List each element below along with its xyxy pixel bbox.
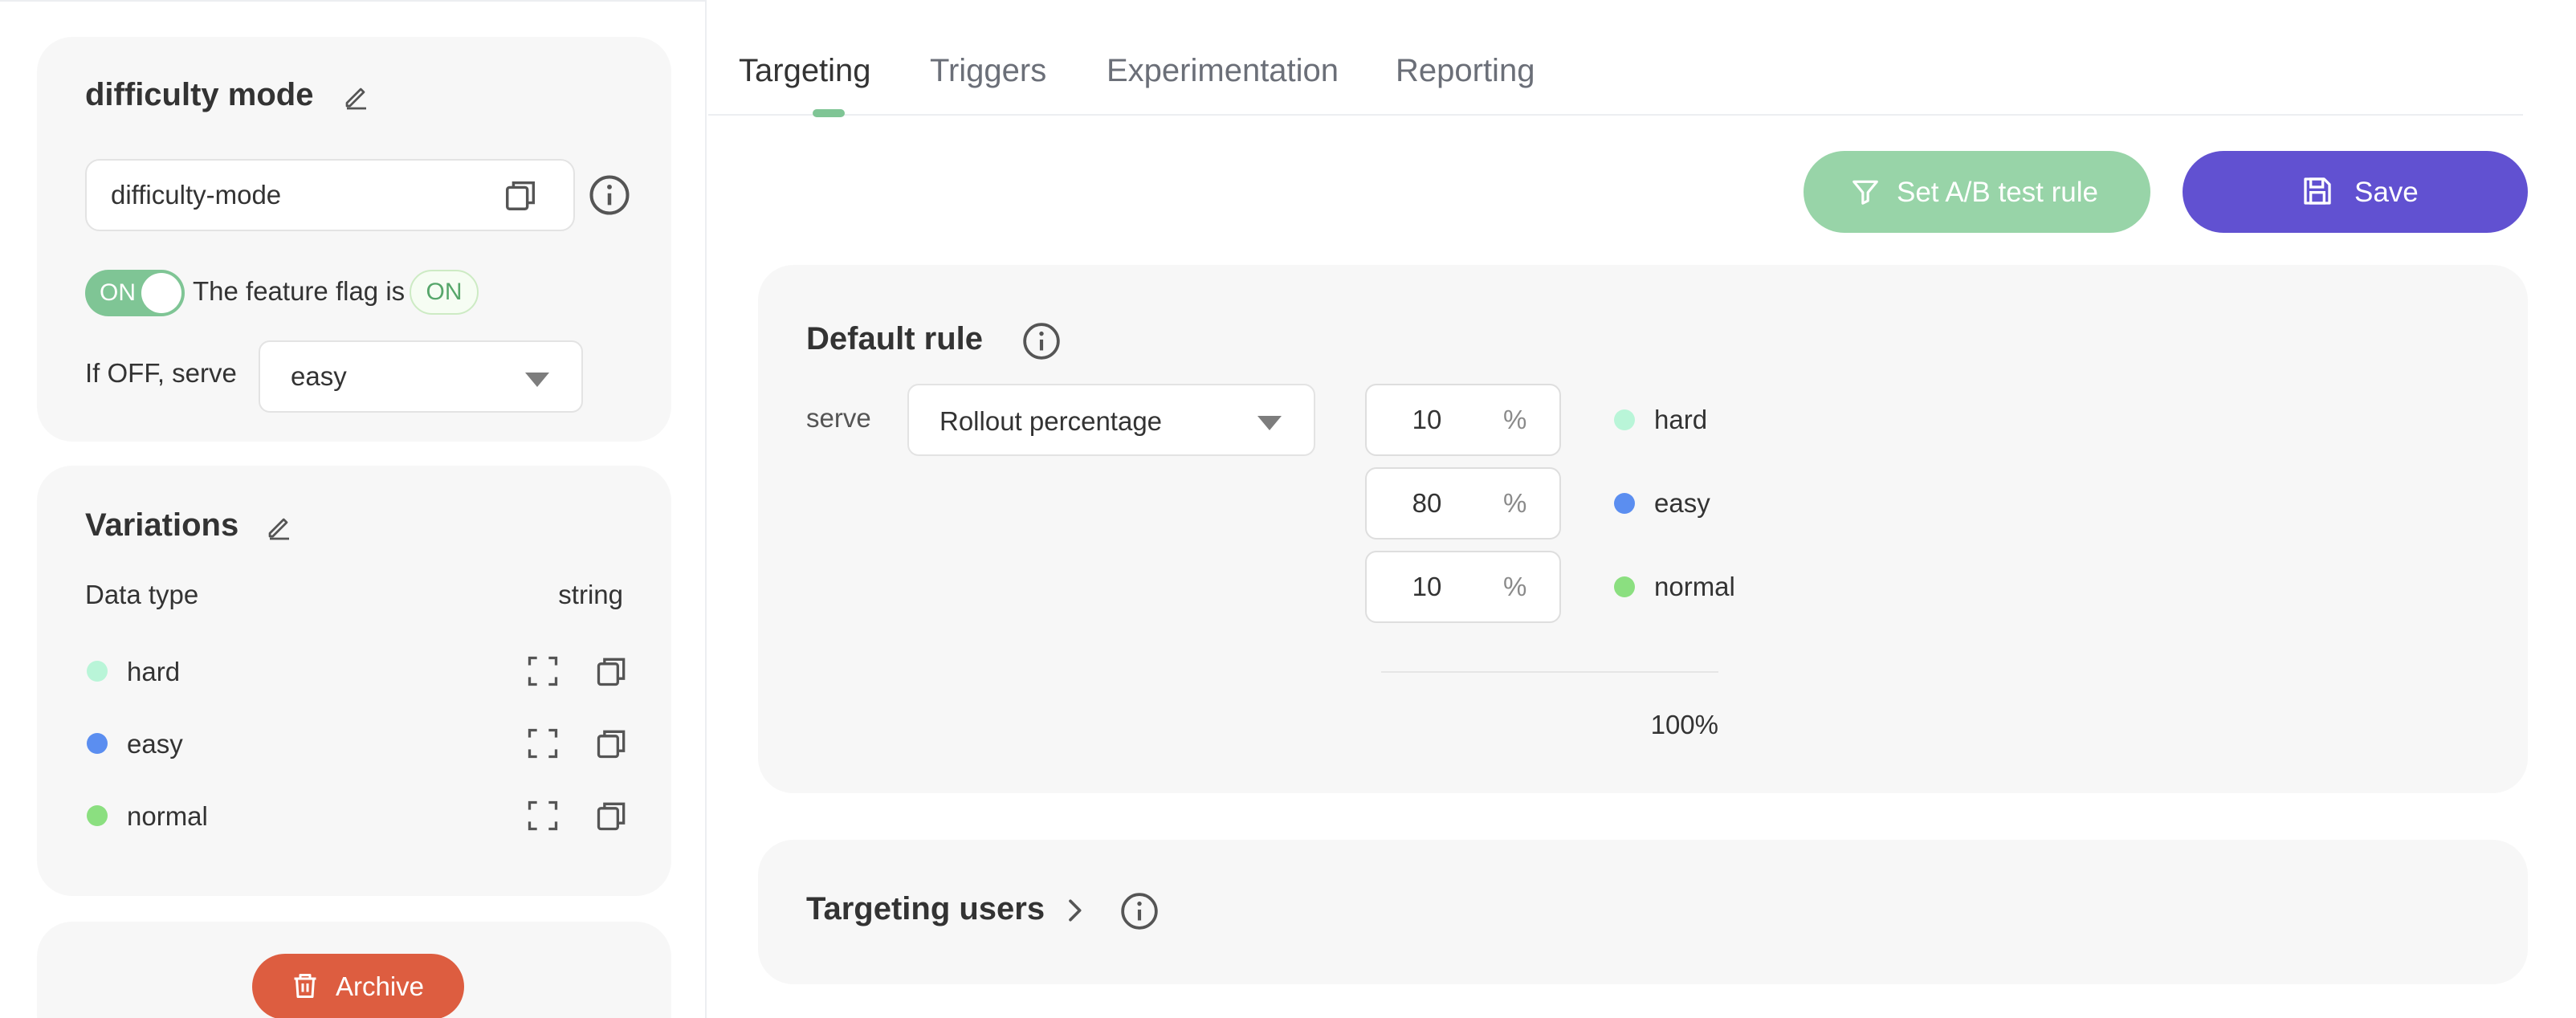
chevron-down-icon <box>1257 416 1282 430</box>
copy-icon[interactable] <box>594 798 630 833</box>
trash-icon <box>294 974 316 998</box>
default-rule-title: Default rule <box>806 321 984 356</box>
flag-key-field[interactable]: difficulty-mode <box>85 159 575 231</box>
percentage-input[interactable]: 10 % <box>1365 551 1561 623</box>
percentage-input[interactable]: 80 % <box>1365 467 1561 540</box>
floppy-disk-icon <box>2304 177 2331 205</box>
percent-unit: % <box>1503 572 1527 601</box>
serve-label: serve <box>806 403 871 433</box>
archive-card: Archive <box>37 922 671 1018</box>
active-tab-indicator <box>813 109 845 117</box>
copy-icon[interactable] <box>594 654 630 689</box>
tab-targeting[interactable]: Targeting <box>739 53 871 89</box>
flag-status-text: The feature flag is <box>193 276 406 306</box>
default-rule-card: Default rule serve Rollout percentage 10… <box>758 265 2528 793</box>
variation-color-dot <box>87 661 108 682</box>
serve-mode-select[interactable]: Rollout percentage <box>907 384 1315 456</box>
targeting-users-card[interactable]: Targeting users <box>758 840 2528 984</box>
toggle-label: ON <box>100 279 136 306</box>
off-serve-value: easy <box>291 361 347 391</box>
info-icon[interactable] <box>1021 321 1062 361</box>
variation-label: hard <box>1654 405 1708 434</box>
save-label: Save <box>2354 177 2419 208</box>
sidebar: difficulty mode difficulty-mode ON The f… <box>0 0 707 1018</box>
percent-unit: % <box>1503 488 1527 518</box>
variation-color-dot <box>87 805 108 826</box>
off-serve-label: If OFF, serve <box>85 358 237 388</box>
variation-color-dot <box>1614 493 1635 514</box>
flag-toggle[interactable]: ON <box>85 270 185 316</box>
serve-mode-value: Rollout percentage <box>940 406 1163 436</box>
expand-icon[interactable] <box>525 726 560 761</box>
tab-triggers[interactable]: Triggers <box>930 53 1046 89</box>
percentage-input[interactable]: 10 % <box>1365 384 1561 456</box>
copy-icon[interactable] <box>594 726 630 761</box>
expand-icon[interactable] <box>525 654 560 689</box>
archive-button[interactable]: Archive <box>252 954 464 1018</box>
flag-title: difficulty mode <box>85 77 314 112</box>
chevron-down-icon <box>525 373 549 387</box>
flag-settings-card: difficulty mode difficulty-mode ON The f… <box>37 37 671 442</box>
status-badge: ON <box>410 270 479 315</box>
variations-card: Variations Data type string hard easy no <box>37 466 671 896</box>
variation-label: easy <box>127 729 183 759</box>
main-panel: Targeting Triggers Experimentation Repor… <box>708 0 2576 1018</box>
expand-icon[interactable] <box>525 798 560 833</box>
total-divider <box>1381 671 1718 673</box>
percentage-value: 10 <box>1412 405 1442 434</box>
variations-title: Variations <box>85 507 239 543</box>
variation-label: hard <box>127 657 181 686</box>
ab-test-label: Set A/B test rule <box>1897 177 2098 208</box>
variation-label: normal <box>127 801 208 831</box>
off-serve-select[interactable]: easy <box>259 340 583 413</box>
info-icon[interactable] <box>1119 891 1160 931</box>
info-icon[interactable] <box>588 173 631 217</box>
tab-experimentation[interactable]: Experimentation <box>1107 53 1339 89</box>
save-button[interactable]: Save <box>2183 151 2528 233</box>
tab-reporting[interactable]: Reporting <box>1396 53 1535 89</box>
edit-pencil-icon[interactable] <box>342 82 371 111</box>
filter-icon <box>1853 180 1878 205</box>
variation-label: normal <box>1654 572 1735 601</box>
set-ab-test-rule-button[interactable]: Set A/B test rule <box>1804 151 2150 233</box>
toggle-knob <box>141 273 181 313</box>
tabs-divider <box>708 114 2523 116</box>
variation-color-dot <box>1614 409 1635 430</box>
targeting-users-title: Targeting users <box>806 891 1045 926</box>
percentage-total: 100% <box>1650 710 1718 739</box>
data-type-label: Data type <box>85 580 199 609</box>
flag-key-value: difficulty-mode <box>111 180 282 210</box>
copy-icon[interactable] <box>503 177 540 214</box>
variation-color-dot <box>87 733 108 754</box>
percent-unit: % <box>1503 405 1527 434</box>
archive-label: Archive <box>336 971 425 1001</box>
variation-label: easy <box>1654 488 1710 518</box>
percentage-value: 80 <box>1412 488 1442 518</box>
variation-color-dot <box>1614 576 1635 597</box>
data-type-value: string <box>558 580 623 609</box>
percentage-value: 10 <box>1412 572 1442 601</box>
edit-pencil-icon[interactable] <box>265 512 294 541</box>
chevron-right-icon[interactable] <box>1058 894 1090 926</box>
